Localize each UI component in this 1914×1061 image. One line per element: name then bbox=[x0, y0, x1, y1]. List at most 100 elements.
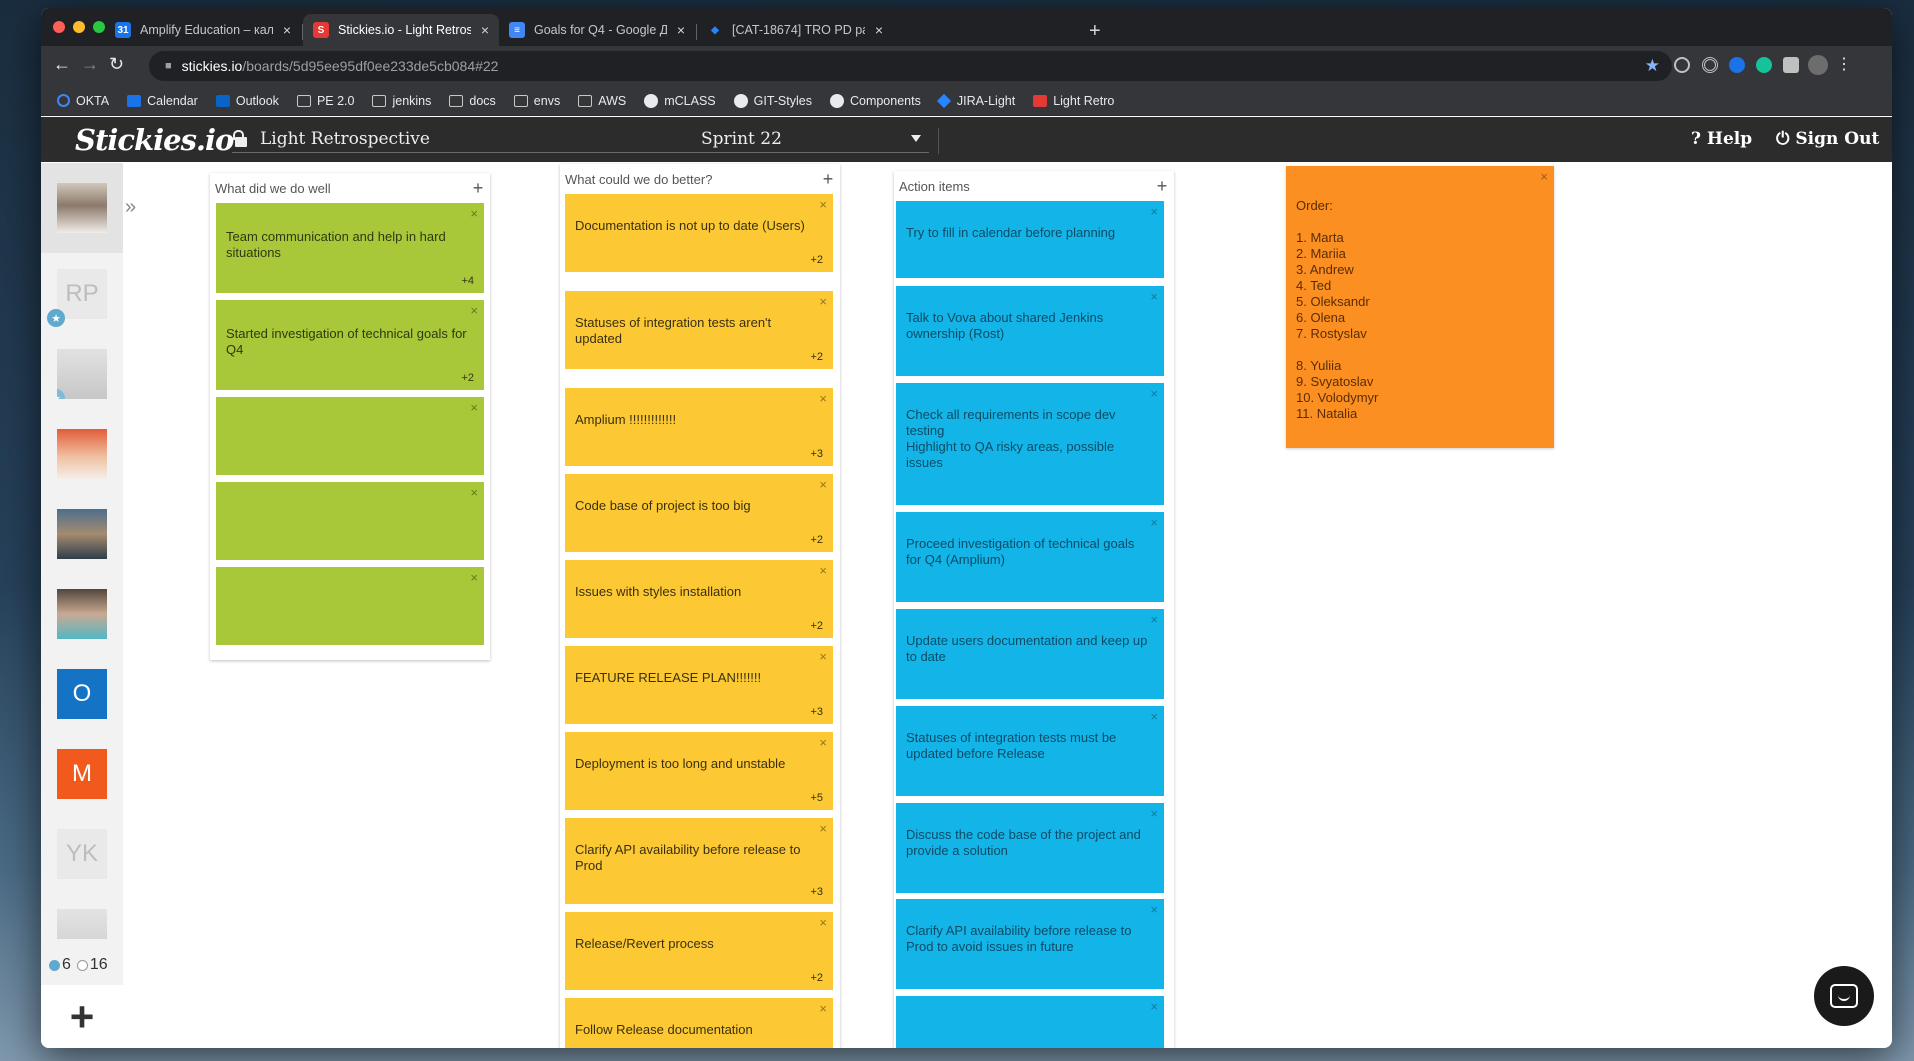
board-title-field[interactable]: Light Retrospective bbox=[232, 125, 722, 153]
close-window-button[interactable] bbox=[53, 21, 65, 33]
bookmark-jenkins[interactable]: jenkins bbox=[372, 94, 431, 108]
tab-calendar[interactable]: 31 Amplify Education – календар × bbox=[105, 14, 301, 46]
sticky-note[interactable]: × Try to fill in calendar before plannin… bbox=[896, 201, 1164, 278]
reload-icon[interactable]: ↻ bbox=[109, 54, 124, 75]
vote-count[interactable]: +2 bbox=[810, 252, 823, 268]
user-avatar[interactable] bbox=[57, 589, 107, 639]
grammarly-icon[interactable] bbox=[1756, 57, 1772, 73]
unlock-icon[interactable] bbox=[232, 129, 250, 148]
close-icon[interactable]: × bbox=[819, 1001, 827, 1017]
user-avatar[interactable]: O bbox=[57, 669, 107, 719]
extension-react-icon[interactable] bbox=[1674, 57, 1690, 73]
close-icon[interactable]: × bbox=[1150, 515, 1158, 531]
bookmark-docs[interactable]: docs bbox=[449, 94, 496, 108]
close-icon[interactable]: × bbox=[1150, 902, 1158, 918]
close-icon[interactable]: × bbox=[819, 197, 827, 213]
close-tab-icon[interactable]: × bbox=[283, 22, 291, 38]
close-icon[interactable]: × bbox=[1150, 999, 1158, 1015]
user-avatar[interactable]: ★ bbox=[57, 349, 107, 399]
order-sticky[interactable]: × Order: 1. Marta 2. Mariia 3. Andrew 4.… bbox=[1286, 166, 1554, 448]
bookmark-aws[interactable]: AWS bbox=[578, 94, 626, 108]
maximize-window-button[interactable] bbox=[93, 21, 105, 33]
user-avatar[interactable] bbox=[57, 183, 107, 233]
add-sticky-icon[interactable]: + bbox=[470, 178, 486, 199]
sticky-note[interactable]: × Release/Revert process +2 bbox=[565, 912, 833, 990]
close-icon[interactable]: × bbox=[470, 485, 478, 501]
user-avatar[interactable]: YK bbox=[57, 829, 107, 879]
vote-count[interactable]: +2 bbox=[810, 349, 823, 365]
stickies-logo[interactable]: Stickies.io bbox=[75, 123, 234, 157]
extensions-puzzle-icon[interactable] bbox=[1783, 57, 1799, 73]
close-icon[interactable]: × bbox=[819, 477, 827, 493]
add-participant-button[interactable]: + bbox=[41, 985, 123, 1048]
minimize-window-button[interactable] bbox=[73, 21, 85, 33]
sprint-select[interactable]: Sprint 22 bbox=[691, 125, 929, 153]
sticky-note[interactable]: × bbox=[896, 996, 1164, 1048]
close-icon[interactable]: × bbox=[1150, 709, 1158, 725]
chat-launcher-button[interactable] bbox=[1814, 966, 1874, 1026]
tab-stickies[interactable]: S Stickies.io - Light Retrospectiv × bbox=[303, 14, 499, 46]
close-icon[interactable]: × bbox=[819, 735, 827, 751]
close-icon[interactable]: × bbox=[1150, 806, 1158, 822]
close-icon[interactable]: × bbox=[819, 821, 827, 837]
close-icon[interactable]: × bbox=[819, 649, 827, 665]
bookmark-git-styles[interactable]: GIT-Styles bbox=[733, 93, 812, 108]
user-avatar[interactable]: RP ★ bbox=[47, 269, 107, 327]
sticky-note[interactable]: × Clarify API availability before releas… bbox=[896, 899, 1164, 989]
sticky-note[interactable]: × bbox=[216, 482, 484, 560]
vote-count[interactable]: +2 bbox=[810, 618, 823, 634]
extension-target-icon[interactable] bbox=[1702, 57, 1718, 73]
close-icon[interactable]: × bbox=[819, 294, 827, 310]
close-icon[interactable]: × bbox=[819, 391, 827, 407]
sign-out-link[interactable]: ⏻ Sign Out bbox=[1776, 129, 1879, 149]
user-avatar[interactable] bbox=[57, 909, 107, 939]
sticky-note[interactable]: × Clarify API availability before releas… bbox=[565, 818, 833, 904]
address-bar[interactable]: ■ stickies.io/boards/5d95ee95df0ee233de5… bbox=[149, 51, 1672, 81]
sticky-note[interactable]: × Issues with styles installation +2 bbox=[565, 560, 833, 638]
bookmark-outlook[interactable]: Outlook bbox=[215, 94, 279, 108]
user-avatar[interactable] bbox=[57, 429, 107, 479]
collapse-sidebar-icon[interactable]: » bbox=[125, 196, 136, 219]
bookmark-pe[interactable]: PE 2.0 bbox=[296, 94, 354, 108]
user-avatar[interactable] bbox=[57, 509, 107, 559]
close-icon[interactable]: × bbox=[470, 206, 478, 222]
help-link[interactable]: ? Help bbox=[1691, 129, 1752, 149]
back-arrow-icon[interactable]: ← bbox=[53, 54, 71, 75]
close-icon[interactable]: × bbox=[1150, 289, 1158, 305]
user-avatar[interactable]: M bbox=[57, 749, 107, 799]
add-sticky-icon[interactable]: + bbox=[820, 169, 836, 190]
bookmark-components[interactable]: Components bbox=[829, 93, 921, 108]
tab-jira[interactable]: ◆ [CAT-18674] TRO PD page: di × bbox=[697, 14, 893, 46]
vote-count[interactable]: +2 bbox=[461, 370, 474, 386]
close-icon[interactable]: × bbox=[470, 570, 478, 586]
bookmark-light-retro[interactable]: Light Retro bbox=[1033, 94, 1114, 108]
close-tab-icon[interactable]: × bbox=[481, 22, 489, 38]
sticky-note[interactable]: × Code base of project is too big +2 bbox=[565, 474, 833, 552]
close-tab-icon[interactable]: × bbox=[677, 22, 685, 38]
vote-count[interactable]: +2 bbox=[810, 970, 823, 986]
sticky-note[interactable]: × Documentation is not up to date (Users… bbox=[565, 194, 833, 272]
sticky-note[interactable]: × Update users documentation and keep up… bbox=[896, 609, 1164, 699]
vote-count[interactable]: +4 bbox=[461, 273, 474, 289]
sticky-note[interactable]: × bbox=[216, 567, 484, 645]
forward-arrow-icon[interactable]: → bbox=[81, 54, 99, 75]
sticky-note[interactable]: × Discuss the code base of the project a… bbox=[896, 803, 1164, 893]
bookmark-star-icon[interactable]: ★ bbox=[1645, 56, 1660, 76]
close-icon[interactable]: × bbox=[819, 915, 827, 931]
bookmark-okta[interactable]: OKTA bbox=[57, 94, 109, 108]
sticky-note[interactable]: × bbox=[216, 397, 484, 475]
close-icon[interactable]: × bbox=[1150, 204, 1158, 220]
add-sticky-icon[interactable]: + bbox=[1154, 176, 1170, 197]
sticky-note[interactable]: × Talk to Vova about shared Jenkins owne… bbox=[896, 286, 1164, 376]
vote-count[interactable]: +2 bbox=[810, 532, 823, 548]
sticky-note[interactable]: × Statuses of integration tests aren't u… bbox=[565, 291, 833, 369]
close-icon[interactable]: × bbox=[1150, 612, 1158, 628]
extension-blue-icon[interactable] bbox=[1729, 57, 1745, 73]
sticky-note[interactable]: × Deployment is too long and unstable +5 bbox=[565, 732, 833, 810]
close-icon[interactable]: × bbox=[470, 400, 478, 416]
sticky-note[interactable]: × Proceed investigation of technical goa… bbox=[896, 512, 1164, 602]
close-icon[interactable]: × bbox=[470, 303, 478, 319]
bookmark-jira-light[interactable]: JIRA-Light bbox=[936, 93, 1015, 108]
close-tab-icon[interactable]: × bbox=[875, 22, 883, 38]
vote-count[interactable]: +5 bbox=[810, 790, 823, 806]
